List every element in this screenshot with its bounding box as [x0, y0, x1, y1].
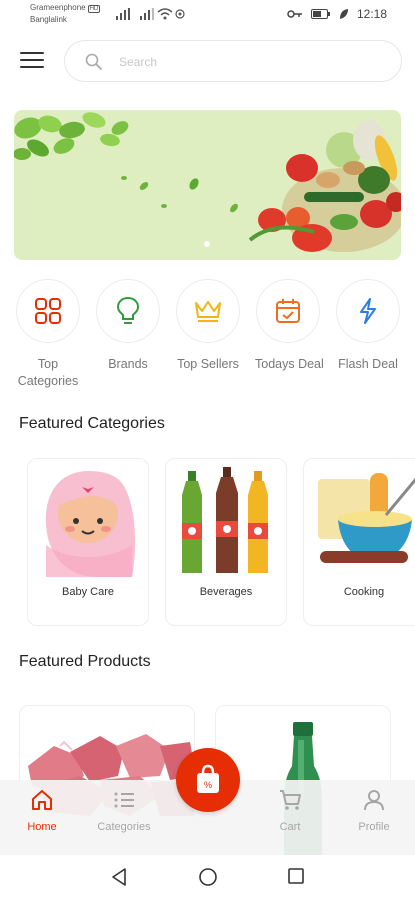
leaf-icon — [339, 9, 348, 19]
carrier-1-name: Grameenphone — [30, 3, 86, 12]
crown-icon — [176, 279, 240, 343]
quick-link-label: Flash Deal — [338, 357, 398, 371]
hd-badge: HD — [87, 5, 101, 13]
search-icon — [85, 53, 102, 70]
system-navigation-bar — [0, 855, 415, 900]
nav-cart[interactable]: Cart — [255, 788, 325, 833]
category-card-beverages[interactable]: Beverages — [165, 458, 287, 626]
bulb-icon — [96, 279, 160, 343]
nav-home[interactable]: Home — [7, 788, 77, 833]
settings-status-icon — [175, 9, 185, 19]
vegetables-illustration — [248, 120, 401, 252]
quick-link-flash-deal[interactable]: Flash Deal — [335, 279, 401, 373]
status-right: 12:18 — [287, 7, 387, 21]
search-input[interactable] — [119, 51, 369, 73]
quick-link-top-categories[interactable]: Top Categories — [15, 279, 81, 390]
svg-text:%: % — [204, 780, 212, 790]
key-icon — [287, 10, 302, 18]
category-label: Baby Care — [62, 586, 114, 598]
featured-products-title: Featured Products — [19, 653, 151, 670]
nav-categories[interactable]: Categories — [89, 788, 159, 833]
profile-icon — [364, 790, 384, 811]
signal-icon-2 — [140, 8, 154, 20]
nav-profile[interactable]: Profile — [339, 788, 409, 833]
baby-care-image — [45, 471, 136, 577]
carrier-2-name: Banglalink — [30, 15, 67, 24]
nav-categories-label: Categories — [97, 821, 151, 833]
home-circle-icon[interactable] — [198, 867, 218, 887]
carrier-1: Grameenphone HD — [30, 3, 101, 13]
quick-link-todays-deal[interactable]: Todays Deal — [255, 279, 324, 373]
promo-banner[interactable] — [14, 110, 401, 260]
shopping-bag-icon: % — [197, 764, 219, 793]
beverages-image — [182, 467, 268, 573]
search-bar[interactable] — [64, 40, 402, 82]
back-icon[interactable] — [110, 867, 128, 887]
status-bar: Grameenphone HD Banglalink 12:18 — [0, 0, 415, 32]
category-card-baby-care[interactable]: Baby Care — [27, 458, 149, 626]
recents-icon[interactable] — [287, 867, 305, 885]
cooking-image — [318, 473, 415, 563]
battery-icon — [310, 9, 330, 19]
quick-link-label: Top Sellers — [177, 357, 239, 371]
cart-icon — [280, 790, 301, 810]
nav-profile-label: Profile — [358, 821, 390, 833]
nav-cart-label: Cart — [279, 821, 301, 833]
quick-link-brands[interactable]: Brands — [95, 279, 161, 373]
lightning-icon — [336, 279, 400, 343]
status-time: 12:18 — [356, 7, 387, 21]
home-icon — [32, 790, 52, 810]
quick-link-label: Top Categories — [17, 357, 79, 388]
calendar-icon — [256, 279, 320, 343]
quick-link-label: Todays Deal — [255, 357, 324, 371]
quick-link-top-sellers[interactable]: Top Sellers — [175, 279, 241, 373]
wifi-icon — [157, 8, 173, 20]
category-card-cooking[interactable]: Cooking — [303, 458, 415, 626]
hamburger-menu-icon[interactable] — [20, 52, 44, 70]
nav-home-label: Home — [27, 821, 57, 833]
featured-categories-title: Featured Categories — [19, 415, 165, 432]
category-label: Cooking — [343, 586, 385, 598]
category-label: Beverages — [199, 586, 253, 598]
quick-link-label: Brands — [108, 357, 148, 371]
banner-illustration — [14, 112, 401, 252]
top-categories-icon — [16, 279, 80, 343]
carousel-indicator[interactable] — [204, 241, 210, 247]
leaves-illustration — [14, 112, 238, 213]
signal-icon — [116, 8, 130, 20]
list-icon — [114, 792, 134, 808]
shop-center-button[interactable]: % — [176, 748, 240, 812]
